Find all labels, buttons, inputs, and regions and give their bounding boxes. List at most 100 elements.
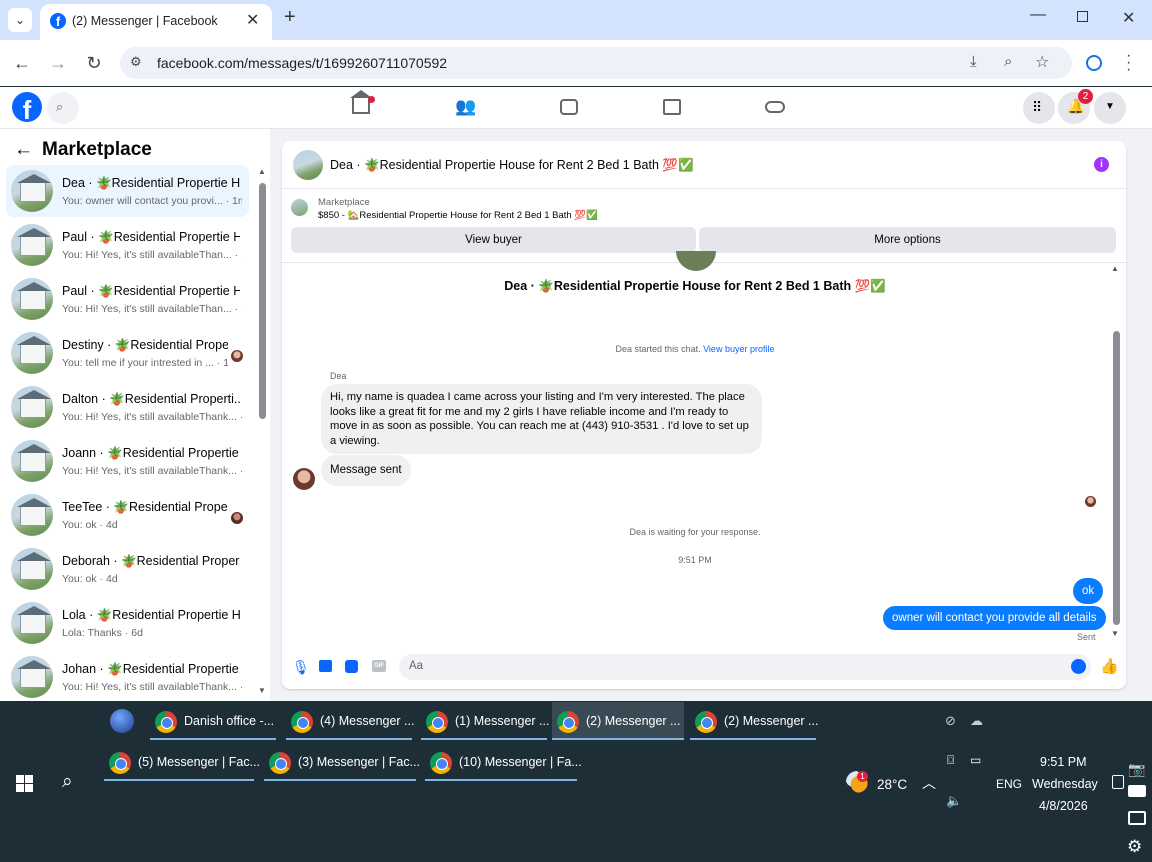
listing-thumbnail[interactable] xyxy=(291,199,308,216)
read-receipt-avatar xyxy=(231,350,243,362)
video-camera-icon[interactable] xyxy=(1128,785,1146,797)
conversation-item[interactable]: Paul · 🪴Residential Propertie H... You: … xyxy=(6,219,249,271)
conversation-item[interactable]: Paul · 🪴Residential Propertie H... You: … xyxy=(6,273,249,325)
app-globe-icon[interactable] xyxy=(110,709,134,733)
network-off-icon[interactable]: ⊘ xyxy=(945,713,956,729)
listing-price-title[interactable]: $850 - 🏡Residential Propertie House for … xyxy=(318,210,598,221)
outgoing-message[interactable]: owner will contact you provide all detai… xyxy=(883,606,1106,630)
gaming-icon[interactable] xyxy=(765,101,785,113)
outgoing-message[interactable]: ok xyxy=(1073,578,1104,604)
conversation-item[interactable]: Destiny · 🪴Residential Prope... You: tel… xyxy=(6,327,249,379)
marketplace-icon[interactable] xyxy=(663,99,681,115)
taskbar-window[interactable]: (10) Messenger | Fa... xyxy=(425,743,582,781)
browser-menu-icon[interactable]: · · · xyxy=(1126,48,1131,78)
new-tab-button[interactable]: + xyxy=(284,6,296,29)
photo-icon[interactable] xyxy=(319,660,332,672)
conversation-item[interactable]: Dea · 🪴Residential Propertie H... You: o… xyxy=(6,165,249,217)
conversation-item[interactable]: Dalton · 🪴Residential Properti... You: H… xyxy=(6,381,249,433)
taskbar-window[interactable]: (1) Messenger ... xyxy=(421,702,549,740)
conversation-snippet: Lola: Thanks · 6d xyxy=(62,627,143,639)
reload-icon[interactable]: ↻ xyxy=(83,53,105,73)
profile-title: Dea · 🪴Residential Propertie House for R… xyxy=(504,279,886,293)
view-buyer-profile-link[interactable]: View buyer profile xyxy=(703,344,774,354)
conversation-item[interactable]: Deborah · 🪴Residential Proper... You: ok… xyxy=(6,543,249,595)
chat-scroll-up[interactable]: ▲ xyxy=(1111,264,1119,273)
conversation-name: Joann · 🪴Residential Propertie ... xyxy=(62,446,240,460)
more-options-button[interactable]: More options xyxy=(699,227,1116,253)
notification-badge: 2 xyxy=(1078,89,1093,104)
meet-icon[interactable]: ⌼ xyxy=(947,753,954,768)
close-window-button[interactable]: ✕ xyxy=(1122,8,1135,28)
listing-source: Marketplace xyxy=(318,197,370,208)
conversation-item[interactable]: Johan · 🪴Residential Propertie... You: H… xyxy=(6,651,249,701)
video-icon[interactable] xyxy=(560,99,578,115)
thumbs-up-icon[interactable]: 👍 xyxy=(1100,657,1119,675)
taskbar-window[interactable]: (4) Messenger ... xyxy=(286,702,414,740)
chat-scroll-down[interactable]: ▼ xyxy=(1111,629,1119,638)
taskbar-window[interactable]: (5) Messenger | Fac... xyxy=(104,743,260,781)
forward-arrow-icon[interactable]: → xyxy=(47,53,69,73)
chat-header-title[interactable]: Dea · 🪴Residential Propertie House for R… xyxy=(330,158,694,173)
maximize-button[interactable] xyxy=(1077,11,1088,22)
listing-avatar xyxy=(11,656,53,698)
back-arrow-icon[interactable]: ← xyxy=(11,53,33,73)
taskbar-window[interactable]: (3) Messenger | Fac... xyxy=(264,743,420,781)
profile-icon[interactable] xyxy=(1086,55,1102,71)
zoom-icon[interactable]: ⌕ xyxy=(1004,53,1012,70)
taskbar-window[interactable]: (2) Messenger ... xyxy=(690,702,818,740)
tab-search-button[interactable]: ⌄ xyxy=(8,8,32,32)
cloud-sync-icon[interactable]: ☁ xyxy=(970,713,983,729)
sticker-icon[interactable] xyxy=(345,660,358,673)
clock-day[interactable]: Wednesday xyxy=(1032,777,1098,791)
taskbar-window[interactable]: Danish office -... xyxy=(150,702,276,740)
url-text: facebook.com/messages/t/1699260711070592 xyxy=(157,55,448,71)
windows-icon[interactable] xyxy=(1128,811,1146,825)
install-app-icon[interactable]: ⤓ xyxy=(970,53,977,70)
minimize-button[interactable]: — xyxy=(1030,6,1046,24)
display-icon[interactable]: ▭ xyxy=(970,753,981,767)
tray-chevron-icon[interactable]: ︿ xyxy=(922,773,936,793)
address-bar[interactable]: ⚙ facebook.com/messages/t/16992607110705… xyxy=(120,47,1072,79)
composer: 🎙 GIF Aa 👍 xyxy=(282,651,1126,689)
sidebar-scroll-up[interactable]: ▲ xyxy=(258,167,266,176)
info-icon[interactable]: i xyxy=(1094,157,1109,172)
friends-icon[interactable]: 👥 xyxy=(455,97,476,117)
clock-date[interactable]: 4/8/2026 xyxy=(1039,799,1088,813)
view-buyer-button[interactable]: View buyer xyxy=(291,227,696,253)
taskbar-window-active[interactable]: (2) Messenger ... xyxy=(552,702,684,740)
conversation-item[interactable]: Lola · 🪴Residential Propertie H... Lola:… xyxy=(6,597,249,649)
conversation-name: Paul · 🪴Residential Propertie H... xyxy=(62,230,240,244)
search-icon[interactable]: ⌕ xyxy=(62,771,73,793)
chat-scrollbar[interactable] xyxy=(1113,331,1120,625)
back-arrow-icon[interactable]: ← xyxy=(14,139,33,161)
clock-time[interactable]: 9:51 PM xyxy=(1040,755,1087,769)
facebook-logo-icon[interactable]: f xyxy=(12,92,42,122)
notification-center-icon[interactable] xyxy=(1112,775,1124,789)
conversation-item[interactable]: TeeTee · 🪴Residential Prope... You: ok ·… xyxy=(6,489,249,541)
sender-avatar xyxy=(293,468,315,490)
conversation-item[interactable]: Joann · 🪴Residential Propertie ... You: … xyxy=(6,435,249,487)
search-button[interactable]: ⌕ xyxy=(47,92,79,124)
emoji-icon[interactable] xyxy=(1071,659,1086,674)
menu-button[interactable]: ⠿ xyxy=(1023,92,1055,124)
chat-avatar[interactable] xyxy=(293,150,323,180)
weather-temp[interactable]: 28°C xyxy=(877,777,907,792)
bookmark-star-icon[interactable]: ☆ xyxy=(1035,52,1049,72)
tab-close-icon[interactable]: ✕ xyxy=(246,10,259,30)
windows-start-icon[interactable] xyxy=(16,775,33,792)
message-input[interactable]: Aa xyxy=(399,654,1091,680)
sidebar-scrollbar[interactable] xyxy=(259,183,266,419)
site-settings-icon[interactable]: ⚙ xyxy=(130,54,142,70)
incoming-message[interactable]: Hi, my name is quadea I came across your… xyxy=(321,384,762,454)
incoming-message[interactable]: Message sent xyxy=(321,455,411,486)
settings-gear-icon[interactable]: ⚙ xyxy=(1127,837,1142,857)
browser-tab-active[interactable]: f (2) Messenger | Facebook ✕ xyxy=(40,4,272,40)
language-indicator[interactable]: ENG xyxy=(996,777,1022,791)
volume-icon[interactable]: 🔈 xyxy=(946,793,962,809)
listing-avatar xyxy=(11,494,53,536)
account-button[interactable]: ▼ xyxy=(1094,92,1126,124)
gif-icon[interactable]: GIF xyxy=(372,660,386,672)
microphone-icon[interactable]: 🎙 xyxy=(292,659,310,676)
sidebar-scroll-down[interactable]: ▼ xyxy=(258,686,266,695)
camera-icon[interactable]: 📷 xyxy=(1128,761,1145,778)
